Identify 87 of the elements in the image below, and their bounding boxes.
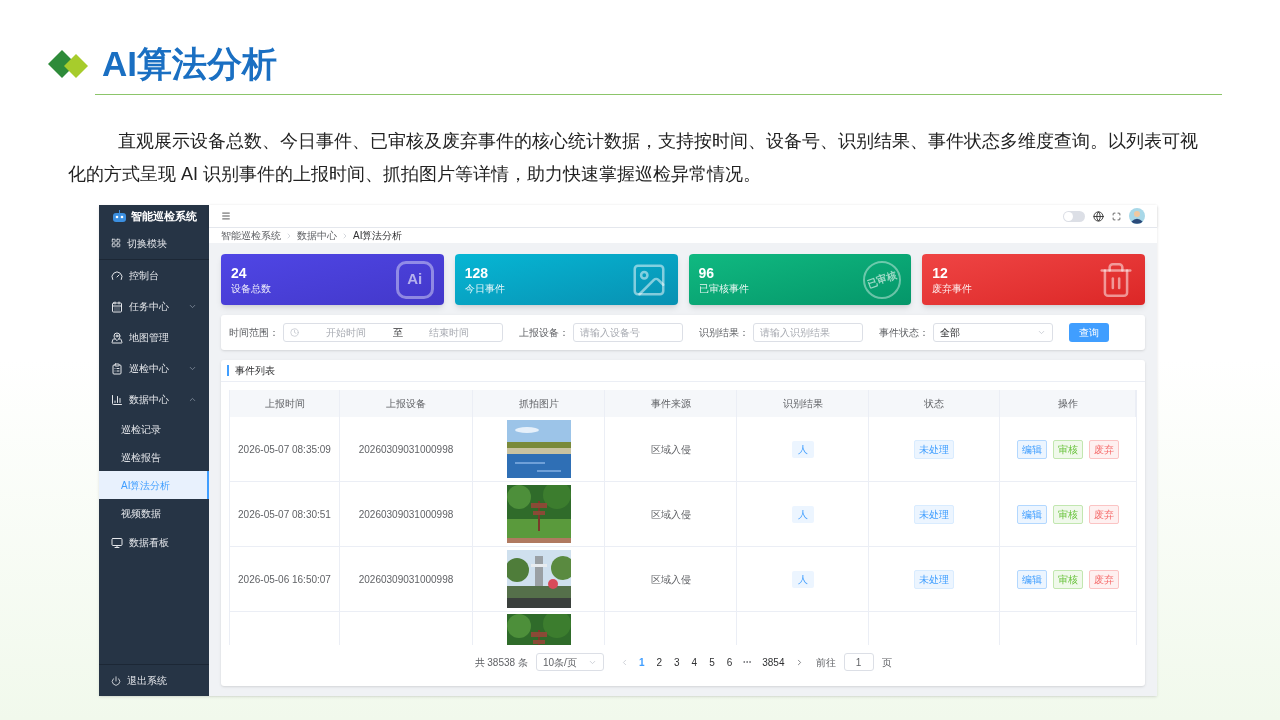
submenu-item[interactable]: 巡检记录 [99, 415, 209, 443]
result-tag: 人 [791, 570, 814, 588]
column-header: 抓拍图片 [473, 390, 605, 417]
table-cell: 区域入侵 [605, 482, 737, 546]
breadcrumb-item[interactable]: 数据中心 [297, 228, 337, 243]
sidebar-item[interactable]: 控制台 [99, 260, 209, 291]
column-header: 上报设备 [340, 390, 473, 417]
ai-hexagon-icon: Ai [395, 260, 434, 299]
power-icon [111, 675, 121, 686]
breadcrumb-separator-icon [285, 231, 293, 240]
table-cell: 区域入侵 [605, 417, 737, 481]
calendar-icon [111, 300, 123, 313]
status-tag: 未处理 [914, 569, 954, 589]
sidebar-item[interactable]: 数据中心 [99, 384, 209, 415]
stat-value: 96 [698, 263, 716, 282]
total-count: 共 38538 条 [474, 655, 528, 670]
app-logo-text: 智能巡检系统 [130, 208, 197, 224]
page-number[interactable]: 4 [689, 654, 700, 670]
theme-toggle[interactable] [1063, 210, 1085, 222]
column-header: 事件来源 [605, 390, 737, 417]
chevron-down-icon [1037, 328, 1046, 337]
breadcrumb-item[interactable]: 智能巡检系统 [221, 228, 281, 243]
page-number[interactable]: 5 [707, 654, 717, 670]
table-cell: 20260309031000998 [340, 482, 473, 546]
stat-value: 128 [464, 263, 490, 282]
gauge-icon [111, 269, 123, 282]
table-title: 事件列表 [235, 364, 275, 378]
table-cell: 2026-05-07 08:30:51 [230, 482, 340, 546]
slide-title: AI算法分析 [102, 43, 277, 85]
column-header: 状态 [869, 390, 1000, 417]
globe-icon[interactable] [1093, 210, 1104, 222]
result-tag: 人 [791, 505, 814, 523]
page-size-select[interactable]: 10条/页 [535, 653, 604, 671]
trash-icon [1097, 260, 1135, 299]
status-select[interactable]: 全部 [933, 323, 1053, 342]
column-header: 上报时间 [230, 390, 340, 417]
clipboard-icon [111, 362, 123, 375]
map-pin-icon [111, 331, 123, 344]
slide-paragraph: 直观展示设备总数、今日事件、已审核及废弃事件的核心统计数据，支持按时间、设备号、识别结果、事件状态多维度查询。以列表可视化的方式呈现 AI 识别事件的上报时间、抓拍图片等详情，助力快速掌握巡检异常情况。 [68, 130, 1199, 186]
page-number[interactable]: 3 [672, 654, 682, 670]
result-tag: 人 [791, 440, 814, 458]
filter-label: 时间范围： [229, 326, 279, 340]
diamond-logo-icon [48, 48, 90, 80]
breadcrumb-item: AI算法分析 [353, 229, 403, 243]
stat-label: 已审核事件 [698, 281, 749, 296]
sidebar-item[interactable]: 地图管理 [99, 322, 209, 353]
stat-value: 12 [932, 263, 949, 282]
input-field[interactable]: 请输入识别结果 [753, 323, 863, 342]
table-cell: 20260309031000998 [340, 547, 473, 611]
goto-suffix: 页 [881, 655, 892, 670]
clock-icon [290, 328, 299, 337]
sidebar-item[interactable]: 数据看板 [99, 527, 209, 558]
page-input[interactable]: 1 [843, 653, 874, 671]
input-field[interactable]: 请输入设备号 [573, 323, 683, 342]
chart-icon [111, 393, 123, 406]
robot-icon [111, 209, 127, 223]
submenu-item[interactable]: 视频数据 [99, 499, 209, 527]
column-header: 识别结果 [737, 390, 869, 417]
table-cell: 2026-05-07 08:35:09 [230, 417, 340, 481]
table-cell: 2026-05-06 16:50:07 [230, 547, 340, 611]
filter-label: 识别结果： [699, 326, 749, 340]
monitor-icon [111, 536, 123, 549]
status-tag: 未处理 [914, 504, 954, 524]
sidebar-item[interactable]: 巡检中心 [99, 353, 209, 384]
stat-label: 设备总数 [231, 281, 271, 296]
page-number[interactable]: 3854 [760, 654, 787, 670]
avatar[interactable] [1129, 208, 1145, 224]
stat-label: 今日事件 [464, 281, 505, 296]
grid-icon [111, 238, 121, 248]
filter-label: 事件状态： [879, 326, 929, 340]
stat-value: 24 [231, 263, 248, 282]
page-number[interactable]: 6 [724, 654, 735, 670]
breadcrumb-separator-icon [341, 231, 349, 240]
sidebar-item[interactable]: 任务中心 [99, 291, 209, 322]
table-cell: 20260309031000998 [340, 417, 473, 481]
page-number[interactable]: 2 [654, 654, 664, 670]
filter-label: 上报设备： [519, 326, 569, 340]
column-header: 操作 [1000, 390, 1136, 417]
stat-label: 废弃事件 [932, 281, 973, 296]
stamp-icon: 已审核 [863, 260, 902, 299]
status-tag: 未处理 [914, 439, 954, 459]
menu-icon[interactable] [221, 211, 231, 221]
date-range-field[interactable]: 开始时间 至 结束时间 [283, 323, 503, 342]
fullscreen-icon[interactable] [1112, 211, 1121, 221]
goto-label: 前往 [815, 655, 836, 670]
table-cell: 区域入侵 [605, 547, 737, 611]
submenu-item[interactable]: 巡检报告 [99, 443, 209, 471]
